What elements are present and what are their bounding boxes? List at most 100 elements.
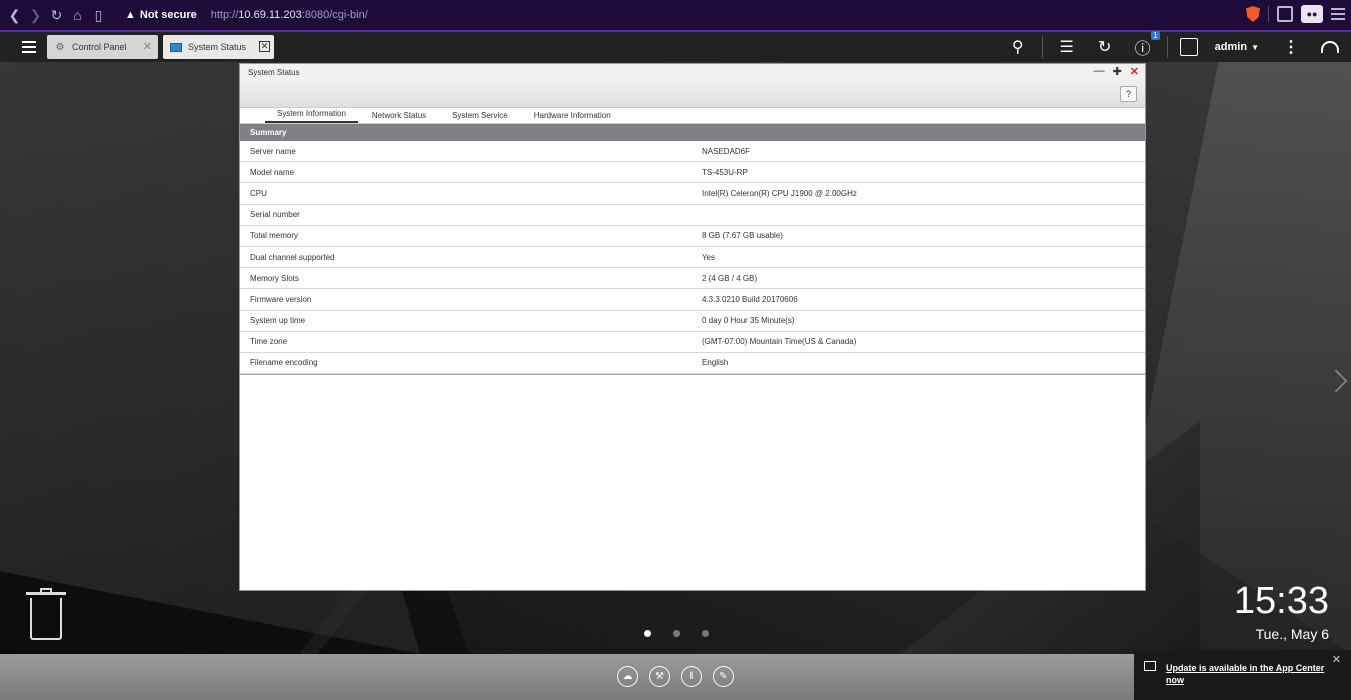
- page-dot[interactable]: [702, 630, 709, 637]
- user-menu[interactable]: admin: [1215, 41, 1247, 53]
- dock-icons: ☁ ⚒ ‖ ✎: [617, 666, 734, 687]
- window-controls: — ✚ ✕: [1094, 65, 1139, 78]
- tab-label: Control Panel: [72, 42, 127, 52]
- table-row: Model name TS-453U-RP: [240, 162, 1145, 184]
- security-label: Not secure: [139, 9, 197, 21]
- row-value: Yes: [702, 252, 716, 262]
- table-row: Firmware version 4.3.3.0210 Build 2017060…: [240, 289, 1145, 311]
- warning-icon: ▲: [125, 9, 136, 21]
- wallet-icon[interactable]: ●●: [1301, 5, 1323, 23]
- row-key: Filename encoding: [250, 358, 318, 368]
- address-bar[interactable]: ▲ Not secure http://10.69.11.203:8080/cg…: [125, 4, 368, 26]
- columns-icon[interactable]: ‖: [681, 666, 702, 687]
- tab-system-status[interactable]: System Status ✕: [163, 35, 274, 59]
- forward-arrow-icon[interactable]: ❯: [25, 4, 46, 26]
- info-table: Server name NASEDAD6F Model name TS-453U-R…: [240, 141, 1145, 376]
- reload-icon[interactable]: ↻: [46, 4, 67, 26]
- main-menu-icon[interactable]: [22, 41, 36, 53]
- trash-icon[interactable]: [26, 588, 66, 642]
- clock-date: Tue., May 6: [1255, 626, 1329, 642]
- table-row: Total memory 8 GB (7.67 GB usable): [240, 226, 1145, 247]
- notification-link[interactable]: Update is available in the App Center no…: [1166, 662, 1336, 686]
- row-key: Time zone: [250, 337, 288, 347]
- row-key: Firmware version: [250, 294, 312, 304]
- table-row: CPU Intel(R) Celeron(R) CPU J1900 @ 2.00G…: [240, 183, 1145, 205]
- home-icon[interactable]: ⌂: [67, 4, 88, 26]
- row-value: Intel(R) Celeron(R) CPU J1900 @ 2.00GHz: [702, 188, 857, 198]
- tab-control-panel[interactable]: ⚙ Control Panel ✕: [47, 35, 158, 59]
- help-button[interactable]: ?: [1120, 86, 1137, 102]
- row-key: CPU: [250, 188, 267, 198]
- window-title: System Status: [248, 67, 300, 77]
- close-icon[interactable]: ✕: [143, 40, 152, 53]
- row-value: 2 (4 GB / 4 GB): [702, 273, 758, 283]
- dashboard-icon[interactable]: [1321, 41, 1339, 53]
- search-icon[interactable]: ⚲: [1006, 37, 1030, 57]
- table-row: Time zone (GMT-07:00) Mountain Time(US & …: [240, 332, 1145, 353]
- window-toolbar: ?: [240, 80, 1145, 108]
- bookmark-icon[interactable]: ▯: [88, 4, 109, 26]
- table-row: Memory Slots 2 (4 GB / 4 GB): [240, 268, 1145, 290]
- monitor-icon: [170, 41, 182, 53]
- row-value: NASEDAD6F: [702, 146, 751, 156]
- url-scheme: http://: [210, 9, 239, 21]
- page-dot[interactable]: [673, 630, 680, 637]
- close-icon[interactable]: ✕: [1130, 65, 1139, 78]
- tab-system-information[interactable]: System Information: [265, 109, 358, 123]
- maximize-icon[interactable]: ✚: [1113, 65, 1122, 78]
- notification-badge: 1: [1151, 31, 1160, 40]
- window-titlebar[interactable]: System Status — ✚ ✕: [240, 64, 1145, 80]
- notification-icon[interactable]: ⓘ 1: [1131, 31, 1160, 59]
- sidebar-icon[interactable]: [1277, 6, 1293, 22]
- table-row: Dual channel supported Yes: [240, 247, 1145, 269]
- row-value: (GMT-07:00) Mountain Time(US & Canada): [702, 337, 857, 347]
- clock-time: 15:33: [1233, 580, 1329, 622]
- page-indicator: [644, 630, 709, 637]
- chevron-down-icon[interactable]: ▼: [1251, 43, 1259, 52]
- back-arrow-icon[interactable]: ❮: [4, 4, 25, 26]
- edit-icon[interactable]: ✎: [713, 666, 734, 687]
- row-key: Serial number: [250, 210, 300, 220]
- row-value: 0 day 0 Hour 35 Minute(s): [702, 316, 795, 326]
- system-status-window: System Status — ✚ ✕ ? System Information…: [239, 63, 1146, 591]
- cloud-icon[interactable]: ☁: [617, 666, 638, 687]
- row-value: 4.3.3.0210 Build 20170606: [702, 294, 798, 304]
- browser-menu-icon[interactable]: [1331, 8, 1345, 20]
- brave-shield-icon[interactable]: [1246, 6, 1260, 22]
- url-host: 10.69.11.203: [238, 9, 302, 21]
- taskbar-divider: [1041, 36, 1043, 58]
- table-row: Serial number: [240, 205, 1145, 226]
- table-row: System up time 0 day 0 Hour 35 Minute(s): [240, 311, 1145, 332]
- user-icon[interactable]: [1179, 38, 1198, 56]
- toolbar-divider: [1268, 6, 1269, 22]
- qts-taskbar: ⚙ Control Panel ✕ System Status ✕ ⚲ ☰ ↻ …: [0, 31, 1351, 62]
- sync-icon[interactable]: ↻: [1093, 37, 1117, 57]
- row-key: Model name: [250, 167, 295, 177]
- page-dot[interactable]: [644, 630, 651, 637]
- background-tasks-icon[interactable]: ☰: [1055, 37, 1079, 57]
- row-key: System up time: [250, 316, 306, 326]
- browser-extensions: ●●: [1246, 5, 1345, 23]
- message-icon: [1144, 661, 1156, 671]
- close-icon[interactable]: ✕: [259, 41, 270, 52]
- minimize-icon[interactable]: —: [1094, 65, 1105, 78]
- tab-network-status[interactable]: Network Status: [360, 111, 438, 123]
- tools-icon[interactable]: ⚒: [649, 666, 670, 687]
- next-page-arrow-icon[interactable]: [1326, 365, 1344, 395]
- row-key: Server name: [250, 146, 296, 156]
- table-row: Filename encoding English: [240, 353, 1145, 375]
- close-icon[interactable]: ✕: [1332, 653, 1341, 666]
- browser-nav: ❮ ❯ ↻ ⌂ ▯: [4, 4, 109, 26]
- tab-hardware-information[interactable]: Hardware Information: [522, 111, 623, 123]
- update-notification[interactable]: Update is available in the App Center no…: [1134, 650, 1351, 700]
- url-text[interactable]: http://10.69.11.203:8080/cgi-bin/: [211, 9, 368, 21]
- row-value: 8 GB (7.67 GB usable): [702, 231, 783, 241]
- row-key: Total memory: [250, 231, 299, 241]
- tab-system-service[interactable]: System Service: [440, 111, 520, 123]
- row-key: Memory Slots: [250, 273, 299, 283]
- section-header: Summary: [240, 124, 1145, 141]
- more-options-icon[interactable]: ⋮: [1283, 37, 1299, 57]
- row-value: English: [702, 358, 729, 368]
- taskbar-divider: [1166, 36, 1168, 58]
- row-key: Dual channel supported: [250, 252, 335, 262]
